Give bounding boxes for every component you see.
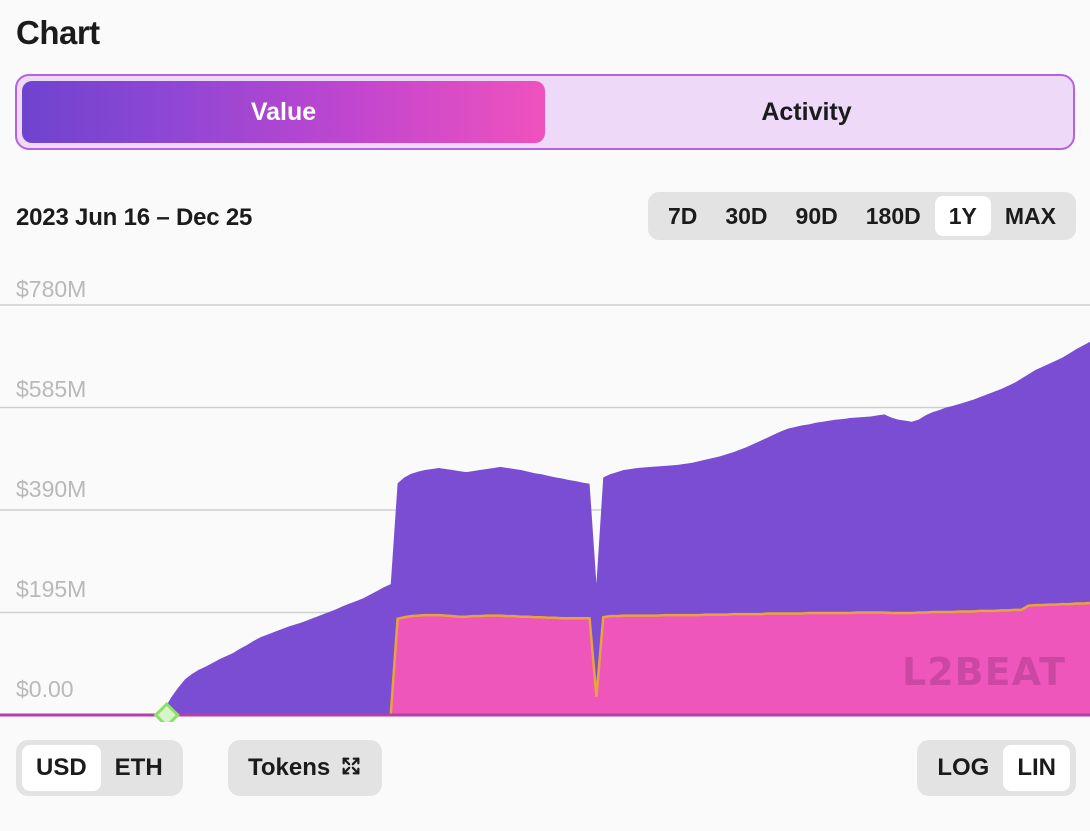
y-tick-label-390m: $390M (16, 476, 86, 503)
page-title: Chart (16, 14, 100, 52)
y-tick-label-780m: $780M (16, 276, 86, 303)
scale-option-log-label: LOG (937, 754, 989, 782)
tab-activity[interactable]: Activity (545, 81, 1068, 143)
range-option-max[interactable]: MAX (991, 196, 1070, 236)
scale-option-lin[interactable]: LIN (1003, 745, 1070, 791)
range-option-90d-label: 90D (796, 203, 838, 230)
range-option-1y-label: 1Y (949, 203, 977, 230)
range-option-30d[interactable]: 30D (711, 196, 781, 236)
expand-arrows-icon (340, 755, 362, 782)
chart-panel: Chart Value Activity 2023 Jun 16 – Dec 2… (0, 0, 1090, 831)
unit-option-usd[interactable]: USD (22, 745, 101, 791)
tab-activity-label: Activity (761, 98, 851, 127)
range-option-1y[interactable]: 1Y (935, 196, 991, 236)
series-area-canonical (0, 603, 1090, 715)
time-range-group: 7D 30D 90D 180D 1Y MAX (648, 192, 1076, 240)
unit-option-eth-label: ETH (115, 754, 163, 782)
tab-value[interactable]: Value (22, 81, 545, 143)
range-option-max-label: MAX (1005, 203, 1056, 230)
date-range-label: 2023 Jun 16 – Dec 25 (16, 204, 252, 232)
unit-option-usd-label: USD (36, 754, 87, 782)
chart-plot-area[interactable]: $780M $585M $390M $195M $0.00 L2BEAT (0, 262, 1090, 722)
chart-controls-bar: USD ETH Tokens LOG LIN (0, 740, 1090, 802)
range-option-7d[interactable]: 7D (654, 196, 711, 236)
scale-option-lin-label: LIN (1017, 754, 1056, 782)
scale-option-log[interactable]: LOG (923, 745, 1003, 791)
unit-toggle-group: USD ETH (16, 740, 183, 796)
tokens-button-label: Tokens (248, 754, 330, 782)
range-option-90d[interactable]: 90D (782, 196, 852, 236)
range-option-7d-label: 7D (668, 203, 697, 230)
unit-option-eth[interactable]: ETH (101, 745, 177, 791)
range-option-30d-label: 30D (725, 203, 767, 230)
scale-toggle-group: LOG LIN (917, 740, 1076, 796)
y-tick-label-585m: $585M (16, 376, 86, 403)
y-tick-label-0: $0.00 (16, 676, 74, 703)
view-tab-group: Value Activity (15, 74, 1075, 150)
range-option-180d-label: 180D (866, 203, 921, 230)
range-row: 2023 Jun 16 – Dec 25 7D 30D 90D 180D 1Y … (0, 192, 1090, 250)
tokens-button[interactable]: Tokens (228, 740, 382, 796)
y-tick-label-195m: $195M (16, 576, 86, 603)
tab-value-label: Value (251, 98, 316, 127)
range-option-180d[interactable]: 180D (852, 196, 935, 236)
chart-svg (0, 262, 1090, 722)
